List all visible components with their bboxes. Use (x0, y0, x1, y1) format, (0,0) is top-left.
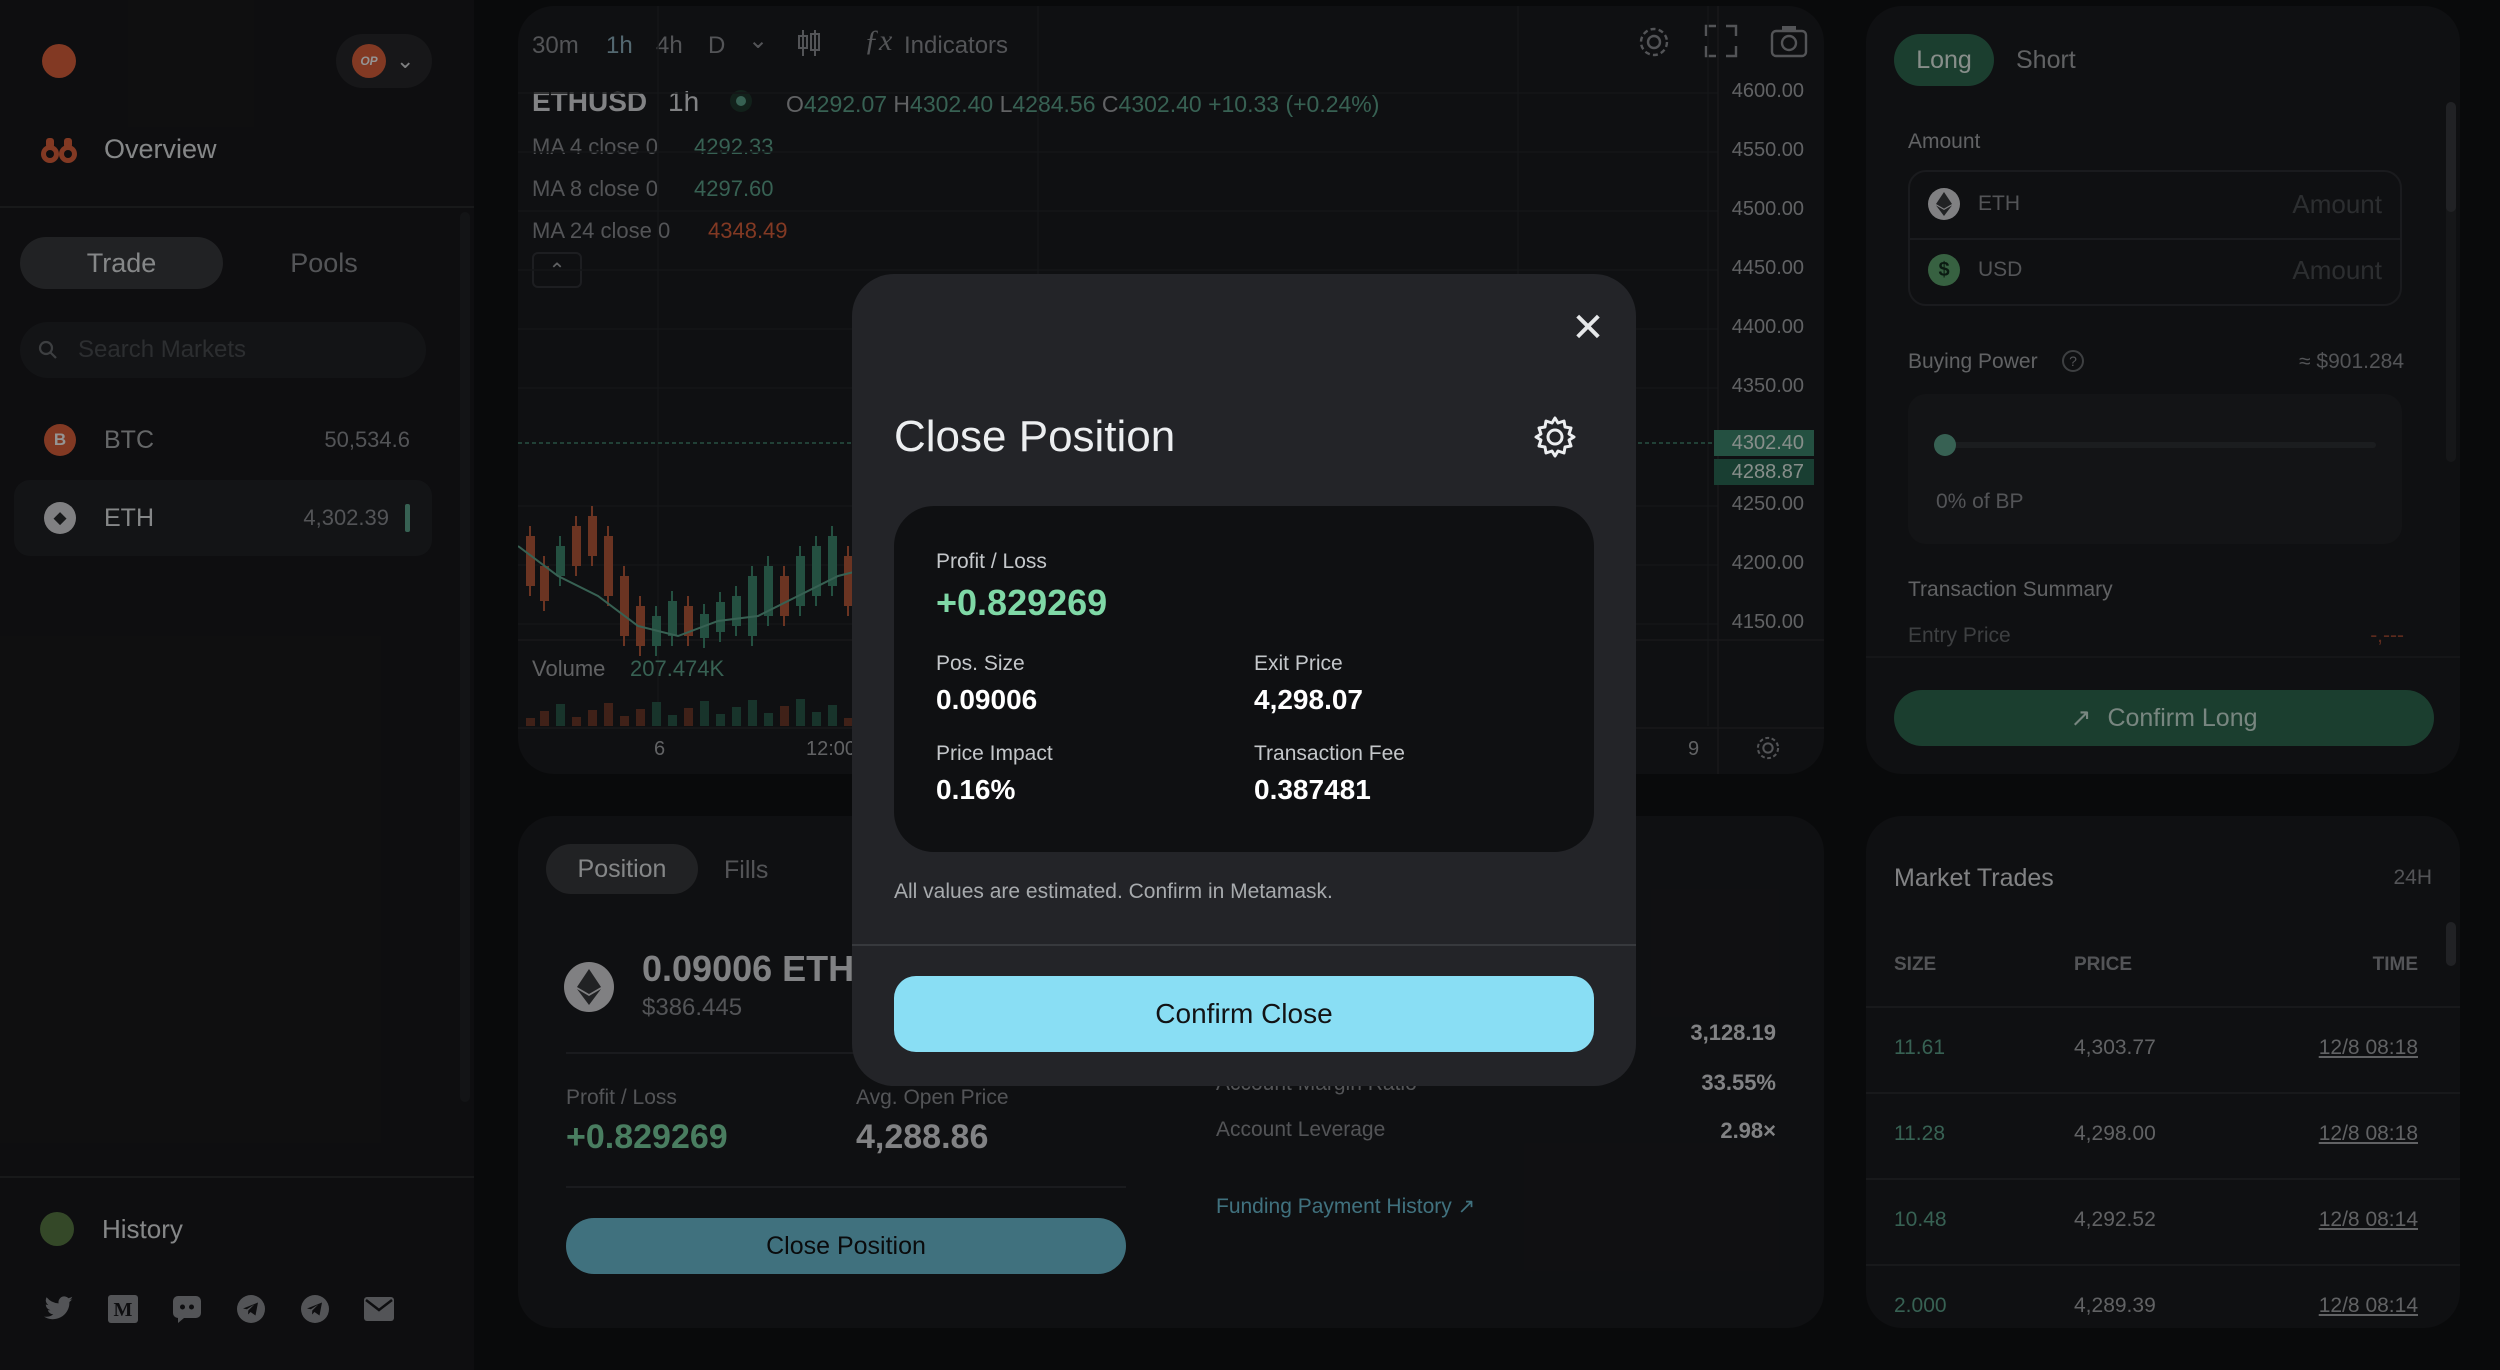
pos-size-value: 0.09006 (936, 684, 1038, 715)
stats-card: Profit / Loss +0.829269 Pos. Size 0.0900… (894, 506, 1594, 852)
gear-icon[interactable] (1532, 414, 1580, 462)
exit-price-label: Exit Price (1254, 652, 1343, 675)
estimate-note: All values are estimated. Confirm in Met… (894, 880, 1333, 903)
modal-pl-value: +0.829269 (936, 582, 1108, 623)
divider (852, 944, 1636, 946)
price-impact-value: 0.16% (936, 774, 1016, 805)
exit-price-value: 4,298.07 (1254, 684, 1363, 715)
transaction-fee-value: 0.387481 (1254, 774, 1371, 805)
pos-size-label: Pos. Size (936, 652, 1025, 675)
close-position-modal: ✕ Close Position Profit / Loss +0.829269… (852, 274, 1636, 1086)
close-icon[interactable]: ✕ (1564, 304, 1612, 352)
modal-pl-label: Profit / Loss (936, 550, 1047, 573)
price-impact-label: Price Impact (936, 742, 1053, 765)
confirm-close-button[interactable]: Confirm Close (894, 976, 1594, 1052)
transaction-fee-label: Transaction Fee (1254, 742, 1405, 765)
modal-title: Close Position (894, 412, 1176, 461)
